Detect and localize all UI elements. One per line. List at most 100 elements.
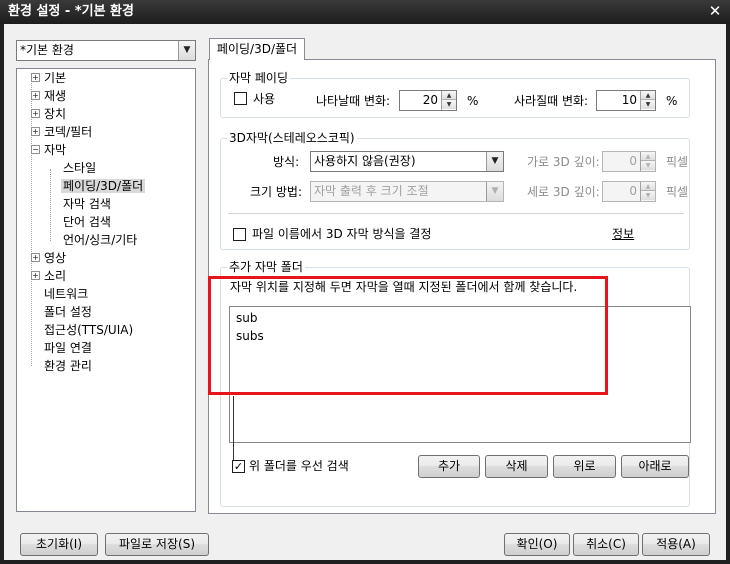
- tree-item-label: 파일 연결: [44, 341, 92, 355]
- settings-tree[interactable]: + 기본 + 재생 + 장치 + 코덱/필터 − 자막 스타일 페이딩/3D/폴…: [16, 68, 196, 512]
- spin-down-icon[interactable]: ▼: [641, 100, 655, 109]
- red-highlight-box: [208, 276, 608, 395]
- stereo-size-label: 크기 방법:: [250, 185, 303, 199]
- tree-item-label: 자막: [44, 143, 67, 157]
- spinner-buttons[interactable]: ▲ ▼: [640, 91, 655, 110]
- expand-icon[interactable]: +: [31, 127, 40, 136]
- tree-item-profile-management[interactable]: 환경 관리: [44, 357, 92, 375]
- expand-icon[interactable]: +: [31, 271, 40, 280]
- tab-fading-3d-folder[interactable]: 페이딩/3D/폴더: [209, 38, 305, 60]
- tree-item-file-association[interactable]: 파일 연결: [44, 339, 92, 357]
- stereo-method-label: 방식:: [273, 155, 300, 169]
- disappear-change-value: 10: [621, 93, 637, 107]
- profile-select[interactable]: *기본 환경 ▼: [16, 40, 196, 61]
- appear-unit: %: [467, 94, 479, 108]
- fading-group-title: 자막 페이딩: [227, 71, 291, 85]
- stereo-3d-group-title: 3D자막(스테레오스코픽): [227, 131, 357, 145]
- add-folder-button[interactable]: 추가: [418, 455, 480, 478]
- spinner-buttons[interactable]: ▲ ▼: [441, 91, 456, 110]
- spin-down-icon[interactable]: ▼: [641, 191, 655, 200]
- fading-use-label: 사용: [253, 92, 276, 106]
- expand-icon[interactable]: +: [31, 253, 40, 262]
- appear-change-spinner[interactable]: 20 ▲ ▼: [399, 90, 457, 111]
- dialog-client: *기본 환경 ▼ + 기본 + 재생 + 장치 + 코덱/필터 − 자막 스타일…: [4, 24, 726, 560]
- tree-item-folder-settings[interactable]: 폴더 설정: [44, 303, 92, 321]
- tree-item-video[interactable]: + 영상: [31, 249, 67, 267]
- tree-item-label: 언어/싱크/기타: [63, 233, 138, 247]
- move-down-button[interactable]: 아래로: [621, 455, 689, 478]
- chevron-down-icon[interactable]: ▼: [178, 41, 195, 60]
- spin-down-icon[interactable]: ▼: [641, 161, 655, 170]
- tree-item-label: 단어 검색: [63, 215, 111, 229]
- tree-item-label: 코덱/필터: [44, 125, 93, 139]
- tree-item-style[interactable]: 스타일: [63, 159, 96, 177]
- info-link[interactable]: 정보: [612, 226, 634, 242]
- spinner-buttons[interactable]: ▲ ▼: [640, 152, 655, 171]
- fading-use-checkbox[interactable]: [234, 92, 247, 105]
- tree-item-word-search[interactable]: 단어 검색: [63, 213, 111, 231]
- stereo-method-select[interactable]: 사용하지 않음(권장) ▼: [310, 151, 504, 172]
- filename-3d-checkbox[interactable]: [233, 228, 246, 241]
- tree-item-audio[interactable]: + 소리: [31, 267, 67, 285]
- tree-item-playback[interactable]: + 재생: [31, 87, 66, 105]
- vertical-depth-spinner[interactable]: 0 ▲ ▼: [602, 181, 656, 202]
- horizontal-depth-unit: 픽셀: [666, 155, 689, 169]
- tree-item-label: 접근성(TTS/UIA): [44, 323, 134, 337]
- delete-folder-button[interactable]: 삭제: [485, 455, 548, 478]
- tree-item-language-sync[interactable]: 언어/싱크/기타: [63, 231, 137, 249]
- expand-icon[interactable]: +: [31, 109, 40, 118]
- vertical-depth-label: 세로 3D 깊이:: [527, 185, 600, 199]
- spinner-buttons[interactable]: ▲ ▼: [640, 182, 655, 201]
- tree-item-label: 기본: [44, 71, 67, 85]
- extra-folders-group-title: 추가 자막 폴더: [227, 260, 305, 274]
- tree-item-label: 자막 검색: [63, 197, 111, 211]
- apply-button[interactable]: 적용(A): [642, 533, 710, 556]
- stereo-size-select[interactable]: 자막 출력 후 크기 조절 ▼: [310, 181, 504, 202]
- tree-guide-line: [31, 78, 32, 366]
- tree-item-label: 폴더 설정: [44, 305, 92, 319]
- tree-item-label: 영상: [44, 251, 67, 265]
- stereo-method-value: 사용하지 않음(권장): [314, 154, 416, 168]
- move-up-button[interactable]: 위로: [553, 455, 616, 478]
- appear-change-label: 나타날때 변화:: [316, 94, 391, 108]
- tree-item-label: 장치: [44, 107, 67, 121]
- tree-item-label: 네트워크: [44, 287, 89, 301]
- horizontal-depth-spinner[interactable]: 0 ▲ ▼: [602, 151, 656, 172]
- disappear-change-spinner[interactable]: 10 ▲ ▼: [596, 90, 656, 111]
- tree-item-subtitle-search[interactable]: 자막 검색: [63, 195, 111, 213]
- collapse-icon[interactable]: −: [31, 145, 40, 154]
- tree-item-accessibility[interactable]: 접근성(TTS/UIA): [44, 321, 133, 339]
- spin-up-icon[interactable]: ▲: [641, 152, 655, 161]
- tree-item-label: 스타일: [63, 161, 97, 175]
- cancel-button[interactable]: 취소(C): [573, 533, 639, 556]
- chevron-down-icon[interactable]: ▼: [486, 152, 503, 171]
- close-icon[interactable]: ✕: [706, 2, 724, 20]
- chevron-down-icon[interactable]: ▼: [486, 182, 503, 201]
- tree-item-subtitle[interactable]: − 자막: [31, 141, 67, 159]
- expand-icon[interactable]: +: [31, 91, 40, 100]
- divider: [228, 213, 684, 214]
- expand-icon[interactable]: +: [31, 73, 40, 82]
- spin-up-icon[interactable]: ▲: [641, 91, 655, 100]
- profile-select-value: *기본 환경: [20, 43, 74, 57]
- filename-3d-label: 파일 이름에서 3D 자막 방식을 결정: [252, 227, 432, 241]
- tree-item-label: 소리: [44, 269, 67, 283]
- tree-item-label: 환경 관리: [44, 359, 92, 373]
- tree-item-network[interactable]: 네트워크: [44, 285, 88, 303]
- disappear-unit: %: [666, 94, 678, 108]
- ok-button[interactable]: 확인(O): [504, 533, 570, 556]
- priority-search-checkbox[interactable]: ✓: [232, 460, 245, 473]
- preferences-window: 환경 설정 - *기본 환경 ✕ *기본 환경 ▼ + 기본 + 재생 + 장치: [0, 0, 730, 564]
- tree-item-codec-filter[interactable]: + 코덱/필터: [31, 123, 93, 141]
- tree-item-general[interactable]: + 기본: [31, 69, 67, 87]
- spin-down-icon[interactable]: ▼: [442, 100, 456, 109]
- spin-up-icon[interactable]: ▲: [442, 91, 456, 100]
- reset-button[interactable]: 초기화(I): [20, 533, 98, 556]
- tree-item-label: 페이딩/3D/폴더: [61, 179, 146, 193]
- save-to-file-button[interactable]: 파일로 저장(S): [105, 533, 209, 556]
- tree-item-fading-3d-folder[interactable]: 페이딩/3D/폴더: [61, 177, 146, 195]
- tree-item-device[interactable]: + 장치: [31, 105, 67, 123]
- horizontal-depth-value: 0: [629, 154, 637, 168]
- title-bar[interactable]: 환경 설정 - *기본 환경 ✕: [0, 0, 730, 24]
- spin-up-icon[interactable]: ▲: [641, 182, 655, 191]
